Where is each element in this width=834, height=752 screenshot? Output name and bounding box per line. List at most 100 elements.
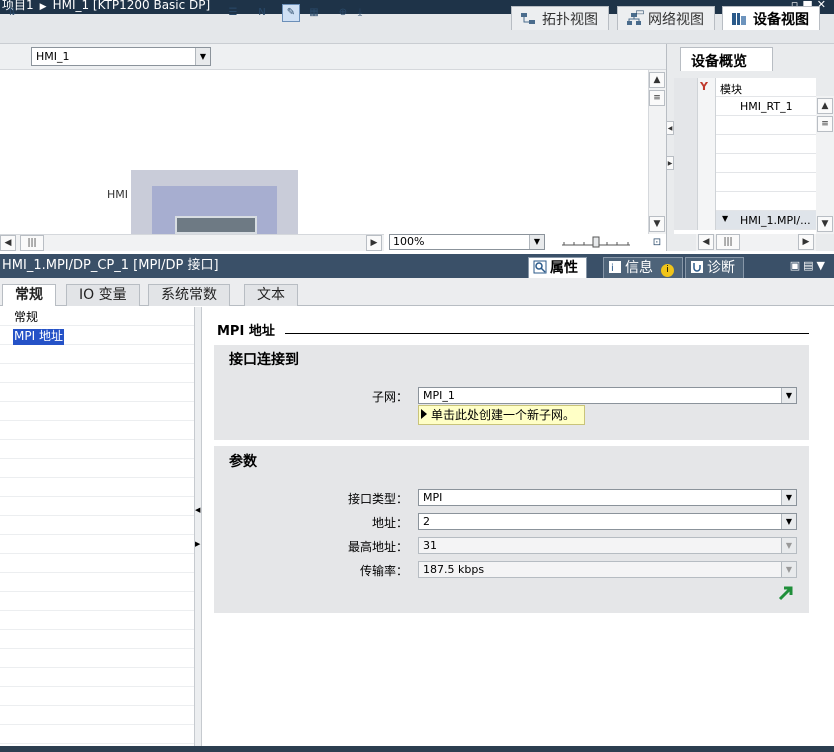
- zoom-value: 100%: [393, 235, 425, 248]
- hmi-screen-image: [175, 216, 257, 234]
- scroll-grip-icon[interactable]: ≡: [817, 116, 833, 132]
- table-header-cell: [674, 78, 698, 97]
- float-window-icon[interactable]: ▣: [790, 259, 803, 272]
- collapse-left-icon[interactable]: ◀: [666, 121, 674, 135]
- expand-arrow-icon[interactable]: ▼: [722, 214, 728, 223]
- chevron-down-icon[interactable]: ▼: [781, 388, 796, 403]
- table-header-row: Y 模块: [674, 78, 816, 97]
- tab-device-view[interactable]: 设备视图: [722, 6, 820, 30]
- transmission-rate-value: 187.5 kbps: [423, 563, 485, 576]
- address-value: 2: [423, 515, 430, 528]
- hmi-device-graphic[interactable]: [131, 170, 298, 234]
- nav-item-mpi-address[interactable]: MPI 地址: [13, 329, 64, 345]
- device-overview-table: Y 模块 HMI_RT_1 ▼ HMI_1.MPI/...: [674, 78, 816, 234]
- zoom-icon[interactable]: ⊕: [334, 4, 352, 22]
- transmission-rate-select: 187.5 kbps ▼: [418, 561, 797, 578]
- breadcrumb-separator-icon: ▶: [39, 2, 47, 12]
- scroll-down-icon[interactable]: ▼: [649, 216, 665, 232]
- chevron-down-icon[interactable]: ▼: [195, 48, 210, 65]
- address-select[interactable]: 2 ▼: [418, 513, 797, 530]
- go-to-arrow-icon[interactable]: [778, 585, 794, 601]
- scroll-up-icon[interactable]: ▲: [817, 98, 833, 114]
- breadcrumb-device[interactable]: HMI_1 [KTP1200 Basic DP]: [53, 0, 211, 12]
- subnet-value: MPI_1: [423, 389, 455, 402]
- table-row[interactable]: [674, 154, 816, 173]
- overview-toggle-icon[interactable]: ▭: [631, 4, 649, 22]
- expand-right-icon[interactable]: ▶: [195, 540, 200, 548]
- chevron-down-icon[interactable]: ▼: [529, 235, 544, 249]
- highest-address-select: 31 ▼: [418, 537, 797, 554]
- section-divider: [285, 333, 809, 334]
- nav-item-general[interactable]: 常规: [13, 310, 39, 326]
- properties-icon: [533, 260, 547, 274]
- device-canvas[interactable]: [0, 70, 648, 234]
- table-row[interactable]: HMI_RT_1: [674, 97, 816, 116]
- interface-type-label: 接口类型：: [347, 492, 408, 506]
- collapse-left-icon[interactable]: ◀: [195, 506, 200, 514]
- canvas-horizontal-scrollbar[interactable]: ◀ ||| ▶: [0, 234, 384, 251]
- scroll-grip-icon[interactable]: ≡: [649, 90, 665, 106]
- table-header-cell: Y: [698, 78, 716, 97]
- interface-type-value: MPI: [423, 491, 443, 504]
- add-subnet-text: 单击此处创建一个新子网。: [431, 408, 576, 422]
- scroll-left-icon[interactable]: ◀: [0, 235, 16, 251]
- tab-io-tags[interactable]: IO 变量: [66, 284, 140, 306]
- scroll-up-icon[interactable]: ▲: [649, 72, 665, 88]
- zoom-slider[interactable]: [562, 236, 630, 248]
- tab-system-constants[interactable]: 系统常数: [148, 284, 230, 306]
- tab-diagnostics[interactable]: 诊断: [685, 257, 744, 278]
- zoom-menu-icon[interactable]: ⤓: [351, 4, 369, 22]
- tab-topology-view[interactable]: 拓扑视图: [511, 6, 609, 30]
- chevron-down-icon[interactable]: ▼: [781, 490, 796, 505]
- table-row[interactable]: ▼ HMI_1.MPI/...: [674, 211, 816, 230]
- diagnostics-icon: [691, 261, 703, 273]
- table-row[interactable]: [674, 173, 816, 192]
- layout-icon[interactable]: ▤: [803, 259, 816, 272]
- parameters-heading: 参数: [229, 454, 257, 470]
- device-select-dropdown[interactable]: HMI_1 ▼: [31, 47, 211, 66]
- device-overview-tab[interactable]: 设备概览: [680, 47, 773, 71]
- tab-info[interactable]: i 信息 i: [603, 257, 683, 278]
- subnet-select[interactable]: MPI_1 ▼: [418, 387, 797, 404]
- scroll-right-icon[interactable]: ▶: [366, 235, 382, 251]
- tab-texts[interactable]: 文本: [244, 284, 298, 306]
- properties-nav-pane: [0, 307, 194, 752]
- grid-icon[interactable]: ▦: [305, 4, 323, 22]
- zoom-level-select[interactable]: 100% ▼: [389, 234, 545, 250]
- interface-type-select[interactable]: MPI ▼: [418, 489, 797, 506]
- table-row[interactable]: [674, 135, 816, 154]
- overview-vertical-scrollbar[interactable]: ▲ ≡ ▼: [816, 96, 834, 234]
- collapse-panel-icon[interactable]: ▼: [817, 259, 828, 272]
- tab-properties[interactable]: 属性: [528, 257, 587, 278]
- pane-splitter[interactable]: ◀ ▶: [194, 307, 202, 752]
- column-header-module: 模块: [720, 83, 742, 96]
- expand-right-icon[interactable]: ▶: [666, 156, 674, 170]
- table-row[interactable]: [674, 192, 816, 211]
- highest-address-value: 31: [423, 539, 437, 552]
- table-row[interactable]: [674, 116, 816, 135]
- overview-navigator-icon[interactable]: ⊡: [648, 234, 666, 252]
- chevron-down-icon: ▼: [781, 538, 796, 553]
- subnet-label: 子网：: [371, 390, 408, 404]
- transmission-rate-label: 传输率：: [359, 564, 408, 578]
- module-warning-icon: Y: [700, 80, 708, 93]
- canvas-vertical-scrollbar[interactable]: ▲ ≡ ▼: [648, 70, 666, 234]
- hmi-device-label: HMI: [107, 188, 129, 201]
- draw-tool-icon[interactable]: ✎: [282, 4, 300, 22]
- overview-horizontal-scrollbar[interactable]: ◀ ||| ▶: [696, 234, 816, 251]
- chevron-down-icon[interactable]: ▼: [781, 514, 796, 529]
- scroll-right-icon[interactable]: ▶: [798, 234, 814, 250]
- scroll-left-icon[interactable]: ◀: [698, 234, 714, 250]
- module-cell: HMI_1.MPI/...: [740, 214, 811, 227]
- device-select-tool-icon[interactable]: ⇅: [3, 4, 21, 22]
- show-names-icon[interactable]: N: [253, 4, 271, 22]
- interface-connection-heading: 接口连接到: [229, 352, 299, 368]
- add-subnet-tooltip-button[interactable]: 单击此处创建一个新子网。: [418, 405, 585, 425]
- section-title: MPI 地址: [217, 324, 275, 339]
- svg-text:i: i: [611, 263, 614, 274]
- scroll-grip-icon[interactable]: |||: [20, 235, 44, 251]
- scroll-grip-icon[interactable]: |||: [716, 234, 740, 250]
- tab-general[interactable]: 常规: [2, 284, 56, 306]
- rack-icon[interactable]: ☰: [224, 4, 242, 22]
- scroll-down-icon[interactable]: ▼: [817, 216, 833, 232]
